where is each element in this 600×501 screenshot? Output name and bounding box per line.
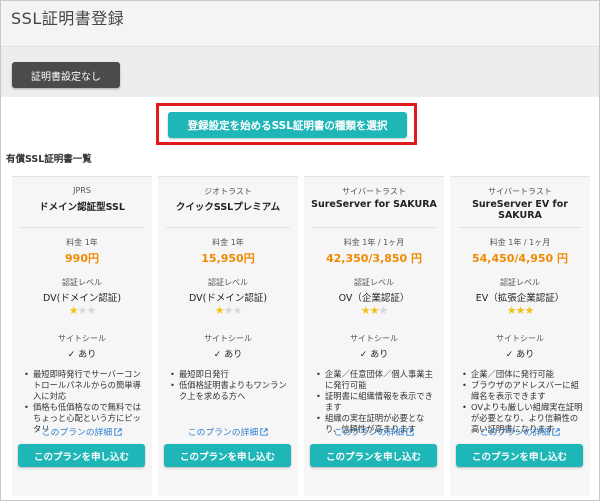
price-label: 料金 1年 / 1ヶ月 bbox=[489, 238, 551, 247]
apply-plan-button[interactable]: このプランを申し込む bbox=[18, 444, 145, 467]
highlight-annotation bbox=[156, 103, 417, 145]
certificate-name: クイックSSLプレミアム bbox=[175, 202, 281, 213]
rating-stars: ★★★ bbox=[158, 304, 298, 317]
seal-label: サイトシール bbox=[496, 334, 544, 343]
level-value: OV（企業認証） bbox=[338, 293, 410, 304]
divider bbox=[166, 227, 290, 228]
feature-item: 最短即時発行でサーバーコントロールパネルからの簡単導入に対応 bbox=[24, 369, 146, 402]
plan-card-sureserver: サイバートラスト SureServer for SAKURA 料金 1年 / 1… bbox=[304, 176, 444, 496]
star-icon: ★ bbox=[68, 304, 79, 317]
level-label: 認証レベル bbox=[62, 278, 102, 287]
seal-value: ✓ あり bbox=[67, 350, 97, 360]
external-link-icon bbox=[406, 428, 414, 436]
card-header: サイバートラスト SureServer for SAKURA bbox=[304, 177, 444, 227]
certificate-name: SureServer for SAKURA bbox=[311, 199, 437, 210]
plan-detail-link[interactable]: このプランの詳細 bbox=[158, 425, 298, 438]
vendor-name: サイバートラスト bbox=[488, 187, 552, 196]
rating-stars: ★★★ bbox=[450, 304, 590, 317]
section-title: 有償SSL証明書一覧 bbox=[6, 154, 92, 165]
plan-card-geotrust: ジオトラスト クイックSSLプレミアム 料金 1年 15,950円 認証レベル … bbox=[158, 176, 298, 496]
page-title: SSL証明書登録 bbox=[11, 9, 125, 28]
feature-item: 企業／任意団体／個人事業主に発行可能 bbox=[316, 369, 438, 391]
price-value: 990円 bbox=[65, 252, 99, 265]
card-header: サイバートラスト SureServer EV for SAKURA bbox=[450, 177, 590, 227]
star-icon: ★ bbox=[506, 304, 517, 317]
level-value: DV(ドメイン認証) bbox=[188, 293, 268, 304]
star-icon: ★ bbox=[360, 304, 371, 317]
level-label: 認証レベル bbox=[208, 278, 248, 287]
seal-value: ✓ あり bbox=[213, 350, 243, 360]
external-link-icon bbox=[260, 428, 268, 436]
price-value: 15,950円 bbox=[201, 252, 255, 265]
plan-detail-link[interactable]: このプランの詳細 bbox=[12, 425, 152, 438]
price-label: 料金 1年 / 1ヶ月 bbox=[343, 238, 405, 247]
plan-detail-link[interactable]: このプランの詳細 bbox=[450, 425, 590, 438]
card-header: ジオトラスト クイックSSLプレミアム bbox=[158, 177, 298, 227]
feature-item: ブラウザのアドレスバーに組織名を表示できます bbox=[462, 380, 584, 402]
price-label: 料金 1年 bbox=[212, 238, 244, 247]
seal-label: サイトシール bbox=[58, 334, 106, 343]
external-link-icon bbox=[552, 428, 560, 436]
seal-label: サイトシール bbox=[204, 334, 252, 343]
plan-detail-text[interactable]: このプランの詳細 bbox=[334, 428, 404, 438]
certificate-name: ドメイン認証型SSL bbox=[39, 202, 125, 213]
star-icon: ★ bbox=[214, 304, 225, 317]
level-value: EV（拡張企業認証） bbox=[475, 293, 565, 304]
rating-stars: ★★★ bbox=[12, 304, 152, 317]
card-header: JPRS ドメイン認証型SSL bbox=[12, 177, 152, 227]
star-icon: ★ bbox=[232, 304, 242, 317]
price-value: 42,350/3,850 円 bbox=[325, 252, 423, 265]
divider bbox=[312, 227, 436, 228]
level-label: 認証レベル bbox=[354, 278, 394, 287]
level-label: 認証レベル bbox=[500, 278, 540, 287]
feature-item: 企業／団体に発行可能 bbox=[462, 369, 584, 380]
divider bbox=[458, 227, 582, 228]
apply-plan-button[interactable]: このプランを申し込む bbox=[164, 444, 291, 467]
plan-card-jprs: JPRS ドメイン認証型SSL 料金 1年 990円 認証レベル DV(ドメイン… bbox=[12, 176, 152, 496]
vendor-name: JPRS bbox=[73, 186, 91, 195]
no-certificate-setting-button[interactable]: 証明書設定なし bbox=[12, 62, 120, 88]
seal-value: ✓ あり bbox=[505, 350, 535, 360]
vendor-name: ジオトラスト bbox=[204, 187, 252, 196]
price-label: 料金 1年 bbox=[66, 238, 98, 247]
star-icon: ★ bbox=[378, 304, 388, 317]
star-icon: ★ bbox=[86, 304, 96, 317]
feature-item: 証明書に組織情報を表示できます bbox=[316, 391, 438, 413]
apply-plan-button[interactable]: このプランを申し込む bbox=[310, 444, 437, 467]
rating-stars: ★★★ bbox=[304, 304, 444, 317]
seal-value: ✓ あり bbox=[359, 350, 389, 360]
apply-plan-button[interactable]: このプランを申し込む bbox=[456, 444, 583, 467]
plan-detail-text[interactable]: このプランの詳細 bbox=[42, 428, 112, 438]
vendor-name: サイバートラスト bbox=[342, 187, 406, 196]
level-value: DV(ドメイン認証) bbox=[42, 293, 122, 304]
feature-item: 最短即日発行 bbox=[170, 369, 292, 380]
external-link-icon bbox=[114, 428, 122, 436]
plan-detail-text[interactable]: このプランの詳細 bbox=[480, 428, 550, 438]
seal-label: サイトシール bbox=[350, 334, 398, 343]
certificate-name: SureServer EV for SAKURA bbox=[472, 199, 568, 221]
price-value: 54,450/4,950 円 bbox=[471, 252, 569, 265]
star-icon: ★ bbox=[524, 304, 534, 317]
plan-detail-text[interactable]: このプランの詳細 bbox=[188, 428, 258, 438]
divider bbox=[20, 227, 144, 228]
feature-list: 最短即日発行低価格証明書よりもワンランク上を求める方へ bbox=[170, 369, 292, 402]
feature-item: 低価格証明書よりもワンランク上を求める方へ bbox=[170, 380, 292, 402]
plan-card-sureserver-ev: サイバートラスト SureServer EV for SAKURA 料金 1年 … bbox=[450, 176, 590, 496]
plan-detail-link[interactable]: このプランの詳細 bbox=[304, 425, 444, 438]
